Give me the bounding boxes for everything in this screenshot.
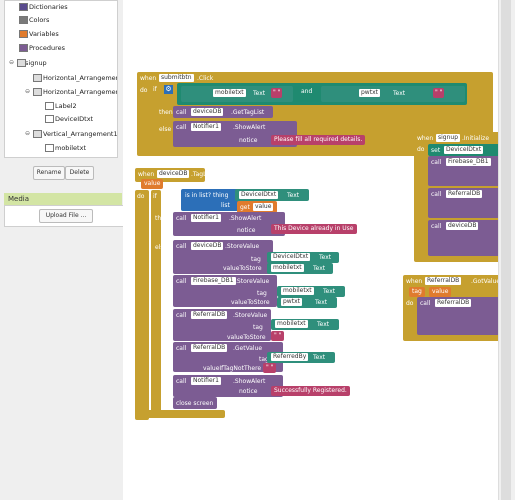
tree-item-variables[interactable]: Variables (19, 30, 59, 38)
deviceidtxt-text-block[interactable]: DeviceIDtxt Text (267, 252, 339, 263)
arrangement-icon (33, 130, 42, 138)
call-storevalue-firebase[interactable]: call Firebase_DB1 .StoreValue tag valueT… (173, 275, 277, 307)
mobiletxt-text-block[interactable]: mobiletxt Text (277, 286, 345, 297)
param-value[interactable]: value (141, 179, 164, 189)
tree-item-vertical-arrangement1[interactable]: ⊖ Vertical_Arrangement1 (25, 130, 117, 138)
textbox-icon (45, 157, 54, 158)
call-showalert-inuse[interactable]: call Notifier1 .ShowAlert notice (173, 212, 285, 236)
media-header: Media (4, 193, 122, 205)
blocks-workspace[interactable]: when submitbtn .Click do if ⚙ mobiletxt … (123, 0, 515, 500)
pwtxt-text-block[interactable]: pwtxt Text (277, 297, 337, 308)
collapse-icon[interactable]: ⊖ (25, 130, 30, 137)
textbox-icon (45, 115, 54, 123)
quote-chip: " " (433, 88, 445, 98)
call-storevalue-device[interactable]: call deviceDB .StoreValue tag valueToSto… (173, 240, 273, 274)
taglist-spine: do (135, 190, 149, 420)
if-else-spine: if (151, 190, 161, 414)
screen-icon (17, 59, 26, 67)
mobiletxt-text-block[interactable]: mobiletxt Text (271, 319, 339, 330)
tree-item-horizontal-arrangement3[interactable]: ⊖Horizontal_Arrangement3 (25, 88, 117, 96)
close-screen-block[interactable]: close screen (173, 397, 217, 409)
gear-icon[interactable]: ⚙ (164, 85, 173, 94)
label-icon (45, 102, 54, 110)
tree-item-signup[interactable]: ⊖ signup (9, 59, 47, 67)
tree-item-pwtxt[interactable]: pwtxt (55, 157, 73, 158)
colors-icon (19, 16, 28, 24)
components-tree: Dictionaries Colors Variables Procedures… (4, 0, 118, 158)
media-panel: Upload File ... (4, 205, 124, 227)
value-chip: " " (263, 363, 277, 373)
collapse-icon[interactable]: ⊖ (25, 88, 30, 95)
tree-item-horizontal-arrangement2[interactable]: Horizontal_Arrangement2 (33, 74, 117, 82)
compare-block[interactable]: mobiletxt Text " " (181, 86, 293, 102)
call-gettaglist[interactable]: call deviceDB .GetTagList (173, 106, 273, 118)
tree-item-label2[interactable]: Label2 (45, 102, 77, 110)
upload-file-button[interactable]: Upload File ... (39, 209, 93, 223)
arrangement-icon (33, 88, 42, 96)
quote-chip: " " (271, 88, 283, 98)
tree-item-procedures[interactable]: Procedures (19, 44, 65, 52)
referredby-text-block[interactable]: ReferredBy Text (267, 352, 335, 363)
delete-button[interactable]: Delete (65, 166, 94, 180)
mobiletxt-text-block[interactable]: mobiletxt Text (267, 263, 333, 274)
compare-block[interactable]: pwtxt Text " " (321, 86, 465, 102)
rename-button[interactable]: Rename (33, 166, 65, 180)
call-showalert-success[interactable]: call Notifier1 .ShowAlert notice (173, 375, 283, 397)
tree-item-colors[interactable]: Colors (19, 16, 49, 24)
value-chip: " " (271, 331, 285, 341)
variables-icon (19, 30, 28, 38)
tree-scrollbar[interactable] (117, 1, 118, 151)
if-block[interactable]: if ⚙ (151, 83, 175, 97)
tree-item-mobiletxt[interactable]: mobiletxt (45, 144, 86, 152)
component-dropdown[interactable]: submitbtn (159, 74, 194, 82)
in-use-string[interactable]: This Device already in Use (271, 224, 357, 234)
call-storevalue-referral[interactable]: call ReferralDB .StoreValue tag valueToS… (173, 309, 271, 341)
deviceidtxt-text-block[interactable]: DeviceIDtxt Text (235, 189, 309, 201)
success-string[interactable]: Successfully Registered. (271, 386, 350, 396)
tree-item-deviceidtxt[interactable]: DeviceIDtxt (45, 115, 93, 123)
components-panel: Dictionaries Colors Variables Procedures… (0, 0, 124, 500)
notice-string[interactable]: Please fill all required details. (271, 135, 366, 145)
textbox-icon (45, 144, 54, 152)
tree-item-dictionaries[interactable]: Dictionaries (19, 3, 68, 11)
collapse-icon[interactable]: ⊖ (9, 59, 14, 66)
taglist-footer (135, 410, 225, 418)
workspace-scrollbar-thumb[interactable] (501, 0, 511, 500)
procedures-icon (19, 44, 28, 52)
dictionaries-icon (19, 3, 28, 11)
arrangement-icon (33, 74, 42, 82)
